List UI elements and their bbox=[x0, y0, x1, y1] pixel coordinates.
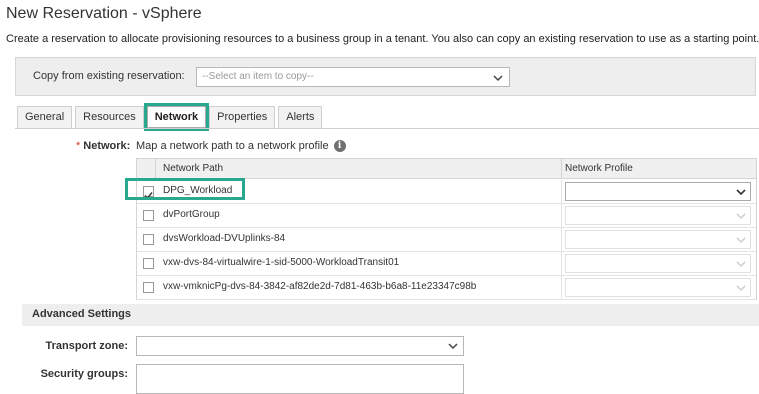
transport-zone-select[interactable] bbox=[136, 336, 464, 356]
copy-reservation-panel: Copy from existing reservation: --Select… bbox=[15, 57, 756, 96]
network-path-cell: dvPortGroup bbox=[163, 209, 220, 220]
chevron-down-icon bbox=[493, 75, 503, 82]
checkmark-icon bbox=[144, 192, 153, 200]
tab-general[interactable]: General bbox=[17, 106, 73, 128]
column-header-network-path[interactable]: Network Path bbox=[163, 163, 223, 174]
network-hint: Map a network path to a network profile … bbox=[136, 140, 346, 152]
chevron-down-icon bbox=[736, 189, 746, 196]
table-row: vxw-dvs-84-virtualwire-1-sid-5000-Worklo… bbox=[137, 252, 756, 276]
tab-divider bbox=[15, 128, 759, 129]
required-marker: * bbox=[76, 140, 81, 152]
copy-reservation-label: Copy from existing reservation: bbox=[33, 70, 185, 82]
network-profile-select bbox=[565, 230, 751, 249]
table-row: dvsWorkload-DVUplinks-84 bbox=[137, 228, 756, 252]
chevron-down-icon bbox=[736, 285, 746, 291]
advanced-settings-header: Advanced Settings bbox=[22, 304, 759, 326]
row-checkbox[interactable] bbox=[143, 258, 154, 269]
column-header-network-profile[interactable]: Network Profile bbox=[565, 163, 633, 174]
security-groups-label: Security groups: bbox=[40, 368, 128, 380]
network-path-cell: vxw-vmknicPg-dvs-84-3842-af82de2d-7d81-4… bbox=[163, 281, 477, 292]
page-description: Create a reservation to allocate provisi… bbox=[6, 33, 759, 45]
network-path-cell: dvsWorkload-DVUplinks-84 bbox=[163, 233, 286, 244]
chevron-down-icon bbox=[448, 343, 458, 350]
row-checkbox[interactable] bbox=[143, 186, 154, 200]
transport-zone-label: Transport zone: bbox=[45, 340, 128, 352]
row-checkbox[interactable] bbox=[143, 210, 154, 221]
network-label-text: Network: bbox=[83, 140, 131, 152]
table-row: dvPortGroup bbox=[137, 204, 756, 228]
network-profile-select bbox=[565, 254, 751, 273]
table-row: vxw-vmknicPg-dvs-84-3842-af82de2d-7d81-4… bbox=[137, 276, 756, 300]
tab-network[interactable]: Network bbox=[143, 103, 210, 131]
copy-reservation-select[interactable]: --Select an item to copy-- bbox=[196, 67, 510, 87]
network-profile-select[interactable] bbox=[565, 182, 751, 201]
tab-properties[interactable]: Properties bbox=[209, 106, 276, 128]
table-row: DPG_Workload bbox=[137, 180, 756, 204]
security-groups-field[interactable] bbox=[136, 364, 464, 394]
network-profile-select bbox=[565, 206, 751, 225]
chevron-down-icon bbox=[736, 213, 746, 219]
network-hint-text: Map a network path to a network profile bbox=[136, 140, 329, 152]
chevron-down-icon bbox=[736, 261, 746, 267]
tab-alerts[interactable]: Alerts bbox=[278, 106, 323, 128]
network-path-cell: DPG_Workload bbox=[163, 185, 233, 196]
chevron-down-icon bbox=[736, 237, 746, 243]
row-checkbox[interactable] bbox=[143, 282, 154, 293]
network-mapping-table: Network Path Network Profile DPG_Workloa… bbox=[136, 158, 757, 300]
row-checkbox[interactable] bbox=[143, 234, 154, 245]
network-path-cell: vxw-dvs-84-virtualwire-1-sid-5000-Worklo… bbox=[163, 257, 400, 268]
network-field-label: * Network: bbox=[76, 140, 130, 152]
info-icon[interactable]: i bbox=[333, 140, 346, 152]
table-header: Network Path Network Profile bbox=[137, 159, 756, 179]
network-profile-select bbox=[565, 278, 751, 297]
page-title: New Reservation - vSphere bbox=[6, 5, 202, 22]
tab-resources[interactable]: Resources bbox=[75, 106, 144, 128]
tab-bar: General Resources Network Properties Ale… bbox=[17, 103, 323, 131]
copy-reservation-placeholder: --Select an item to copy-- bbox=[202, 71, 314, 82]
